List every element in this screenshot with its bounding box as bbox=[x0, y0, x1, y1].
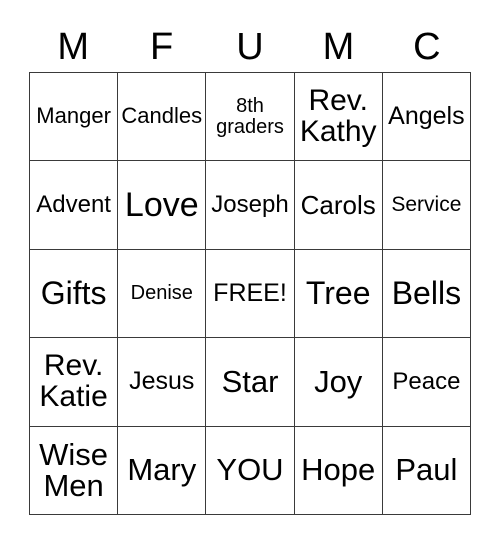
bingo-cell-r2c3[interactable]: Joseph bbox=[206, 161, 295, 250]
bingo-cell-r1c1[interactable]: Manger bbox=[30, 73, 119, 162]
bingo-cell-r5c5[interactable]: Paul bbox=[382, 426, 471, 515]
bingo-cell-r1c2[interactable]: Candles bbox=[118, 73, 207, 162]
bingo-cell-label: Advent bbox=[36, 190, 111, 218]
bingo-cell-r4c4[interactable]: Joy bbox=[294, 338, 383, 427]
bingo-cell-r4c5[interactable]: Peace bbox=[382, 338, 471, 427]
bingo-cell-r5c3[interactable]: YOU bbox=[206, 426, 295, 515]
bingo-cell-r5c4[interactable]: Hope bbox=[294, 426, 383, 515]
bingo-cell-label: Gifts bbox=[40, 275, 107, 312]
bingo-cell-label: Manger bbox=[36, 103, 111, 129]
bingo-cell-r2c1[interactable]: Advent bbox=[30, 161, 119, 250]
bingo-header-letter-3: U bbox=[236, 26, 264, 68]
bingo-cell-label: Mary bbox=[127, 452, 197, 488]
bingo-cell-label: Peace bbox=[392, 367, 461, 395]
bingo-cell-label: 8th graders bbox=[216, 95, 284, 138]
bingo-header-letter-1: M bbox=[57, 26, 90, 68]
bingo-cell-label: Rev. Kathy bbox=[299, 84, 377, 148]
bingo-cell-r4c3[interactable]: Star bbox=[206, 338, 295, 427]
bingo-cell-label: FREE! bbox=[213, 278, 287, 307]
bingo-cell-label: Wise Men bbox=[39, 436, 109, 504]
bingo-cell-label: Paul bbox=[395, 452, 458, 488]
bingo-cell-r3c5[interactable]: Bells bbox=[382, 249, 471, 339]
bingo-cell-r2c4[interactable]: Carols bbox=[294, 161, 383, 250]
bingo-cell-r1c4[interactable]: Rev. Kathy bbox=[294, 73, 383, 162]
bingo-cell-r3c4[interactable]: Tree bbox=[294, 249, 383, 339]
bingo-cell-label: Angels bbox=[388, 101, 465, 130]
bingo-cell-r2c5[interactable]: Service bbox=[382, 161, 471, 250]
bingo-card: M F U M C Manger Candles 8th graders Rev… bbox=[0, 0, 500, 544]
bingo-cell-label: Jesus bbox=[129, 367, 195, 396]
bingo-cell-r4c1[interactable]: Rev. Katie bbox=[30, 338, 119, 427]
bingo-cell-r5c2[interactable]: Mary bbox=[118, 426, 207, 515]
bingo-cell-label: Joseph bbox=[211, 190, 289, 218]
bingo-grid: Manger Candles 8th graders Rev. Kathy An… bbox=[29, 72, 471, 515]
bingo-cell-free[interactable]: FREE! bbox=[206, 249, 295, 339]
bingo-cell-label: Candles bbox=[121, 103, 203, 129]
bingo-cell-r1c3[interactable]: 8th graders bbox=[206, 73, 295, 162]
bingo-cell-r5c1[interactable]: Wise Men bbox=[30, 426, 119, 515]
bingo-cell-r3c1[interactable]: Gifts bbox=[30, 249, 119, 339]
bingo-cell-label: Rev. Katie bbox=[39, 349, 108, 413]
bingo-header-row: M F U M C bbox=[29, 22, 471, 72]
bingo-cell-r4c2[interactable]: Jesus bbox=[118, 338, 207, 427]
bingo-cell-label: Tree bbox=[305, 275, 371, 312]
bingo-cell-r3c2[interactable]: Denise bbox=[118, 249, 207, 339]
bingo-cell-label: Love bbox=[124, 185, 199, 224]
bingo-cell-label: Service bbox=[391, 193, 462, 217]
bingo-cell-label: Star bbox=[221, 364, 279, 400]
bingo-header-letter-4: M bbox=[322, 26, 355, 68]
bingo-header-letter-2: F bbox=[150, 26, 174, 68]
bingo-cell-r1c5[interactable]: Angels bbox=[382, 73, 471, 162]
bingo-cell-label: YOU bbox=[216, 452, 284, 488]
bingo-cell-r2c2[interactable]: Love bbox=[118, 161, 207, 250]
bingo-cell-label: Joy bbox=[314, 364, 363, 400]
bingo-cell-label: Denise bbox=[130, 282, 193, 305]
bingo-cell-label: Bells bbox=[391, 275, 462, 312]
bingo-cell-label: Hope bbox=[301, 452, 376, 488]
bingo-cell-label: Carols bbox=[300, 189, 376, 220]
bingo-header-letter-5: C bbox=[413, 26, 441, 68]
